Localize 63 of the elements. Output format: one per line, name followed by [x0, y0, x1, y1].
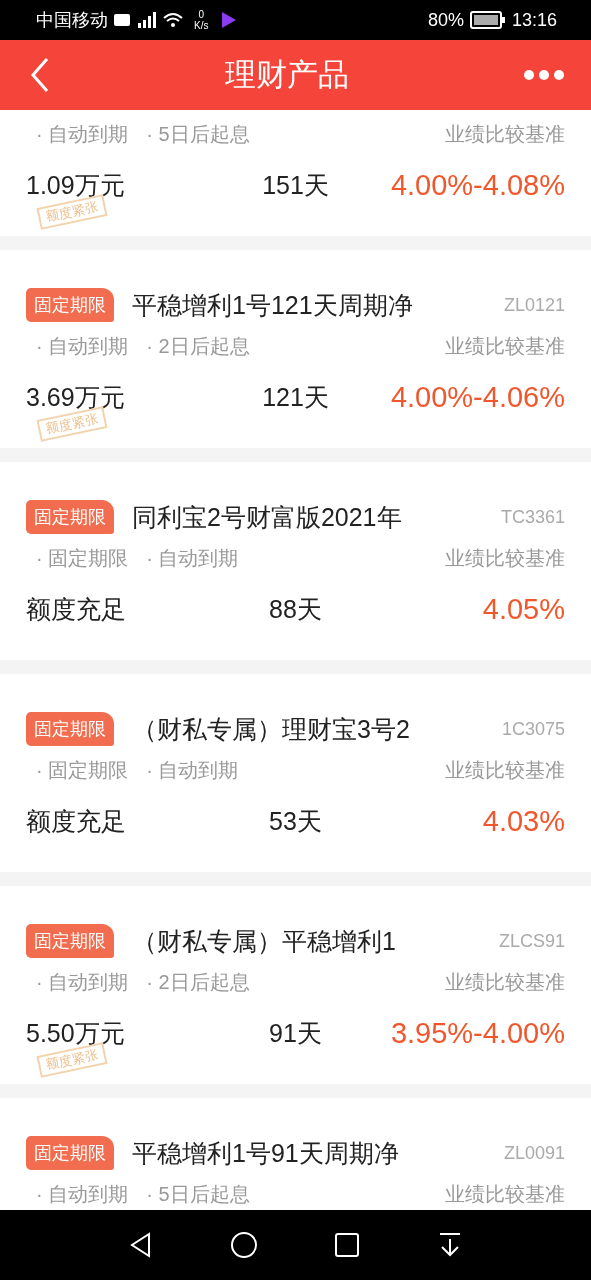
feature-label: · 自动到期: [36, 333, 129, 359]
product-title: 平稳增利1号121天周期净: [132, 289, 414, 321]
product-card[interactable]: 固定期限 平稳增利1号91天周期净 ZL0091 · 自动到期 · 5日后起息 业绩比较基准: [0, 1098, 591, 1210]
benchmark-label: 业绩比较基准: [445, 545, 565, 571]
product-card[interactable]: 固定期限 （财私专属）平稳增利1 ZLCS91 · 自动到期 · 2日后起息 业绩比较基准 5.50万元 额度紧张 91天 3.95%-4.00%: [0, 886, 591, 1084]
product-code: ZL0121: [503, 294, 565, 316]
product-tag: 固定期限: [26, 712, 114, 746]
product-card[interactable]: 固定期限 平稳增利1号121天周期净 ZL0121 · 自动到期 · 2日后起息 业绩比较基准 3.69万元 额度紧张 121天 4.00%-4.06%: [0, 250, 591, 448]
battery-icon: [469, 11, 506, 29]
carrier-name: 中国移动: [36, 9, 108, 32]
more-icon[interactable]: [523, 69, 565, 81]
product-code: TC3361: [500, 506, 565, 528]
product-tag: 固定期限: [26, 288, 114, 322]
term-value: 91天: [269, 1017, 322, 1049]
product-card[interactable]: · 自动到期 · 5日后起息 业绩比较基准 1.09万元 额度紧张 151天 4.00%-4.08%: [0, 110, 591, 236]
rate-value: 3.95%-4.00%: [390, 1016, 565, 1050]
product-title: 同利宝2号财富版2021年: [132, 501, 403, 533]
clock: 13:16: [511, 9, 557, 31]
feature-label: · 2日后起息: [146, 333, 250, 359]
battery-percent: 80%: [427, 9, 464, 31]
benchmark-label: 业绩比较基准: [445, 121, 565, 147]
wifi-icon: [162, 12, 184, 28]
product-code: ZL0091: [503, 1142, 565, 1164]
rate-value: 4.05%: [482, 592, 565, 626]
term-value: 88天: [269, 593, 322, 625]
speed-value: 0: [198, 9, 204, 20]
product-tag: 固定期限: [26, 500, 114, 534]
product-code: ZLCS91: [498, 930, 565, 952]
product-title: （财私专属）平稳增利1: [132, 925, 397, 957]
page-title: 理财产品: [224, 56, 349, 94]
amount-value: 额度充足: [26, 806, 126, 835]
feature-label: · 自动到期: [36, 121, 129, 147]
feature-label: · 固定期限: [36, 757, 129, 783]
benchmark-label: 业绩比较基准: [445, 1181, 565, 1207]
feature-label: · 2日后起息: [146, 969, 250, 995]
benchmark-label: 业绩比较基准: [445, 333, 565, 359]
rate-value: 4.03%: [482, 804, 565, 838]
benchmark-label: 业绩比较基准: [445, 757, 565, 783]
feature-label: · 自动到期: [36, 1181, 129, 1207]
amount-value: 额度充足: [26, 594, 126, 623]
product-tag: 固定期限: [26, 1136, 114, 1170]
product-card[interactable]: 固定期限 （财私专属）理财宝3号2 1C3075 · 固定期限 · 自动到期 业绩比较基准 额度充足 53天 4.03%: [0, 674, 591, 872]
feature-label: · 固定期限: [36, 545, 129, 571]
term-value: 151天: [262, 169, 329, 201]
product-title: （财私专属）理财宝3号2: [132, 713, 411, 745]
feature-label: · 自动到期: [146, 545, 239, 571]
home-icon[interactable]: [230, 1231, 259, 1259]
feature-label: · 自动到期: [146, 757, 239, 783]
term-value: 121天: [262, 381, 329, 413]
feature-label: · 5日后起息: [146, 1181, 250, 1207]
signal-icon: [136, 12, 156, 28]
benchmark-label: 业绩比较基准: [445, 969, 565, 995]
product-code: 1C3075: [501, 718, 565, 740]
product-tag: 固定期限: [26, 924, 114, 958]
product-title: 平稳增利1号91天周期净: [132, 1137, 400, 1169]
feature-label: · 自动到期: [36, 969, 129, 995]
term-value: 53天: [269, 805, 322, 837]
rate-value: 4.00%-4.06%: [390, 380, 565, 414]
rate-value: 4.00%-4.08%: [390, 168, 565, 202]
product-card[interactable]: 固定期限 同利宝2号财富版2021年 TC3361 · 固定期限 · 自动到期 业绩比较基准 额度充足 88天 4.05%: [0, 462, 591, 660]
recents-icon[interactable]: [332, 1231, 361, 1259]
feature-label: · 5日后起息: [146, 121, 250, 147]
speed-unit: K/s: [194, 20, 209, 31]
